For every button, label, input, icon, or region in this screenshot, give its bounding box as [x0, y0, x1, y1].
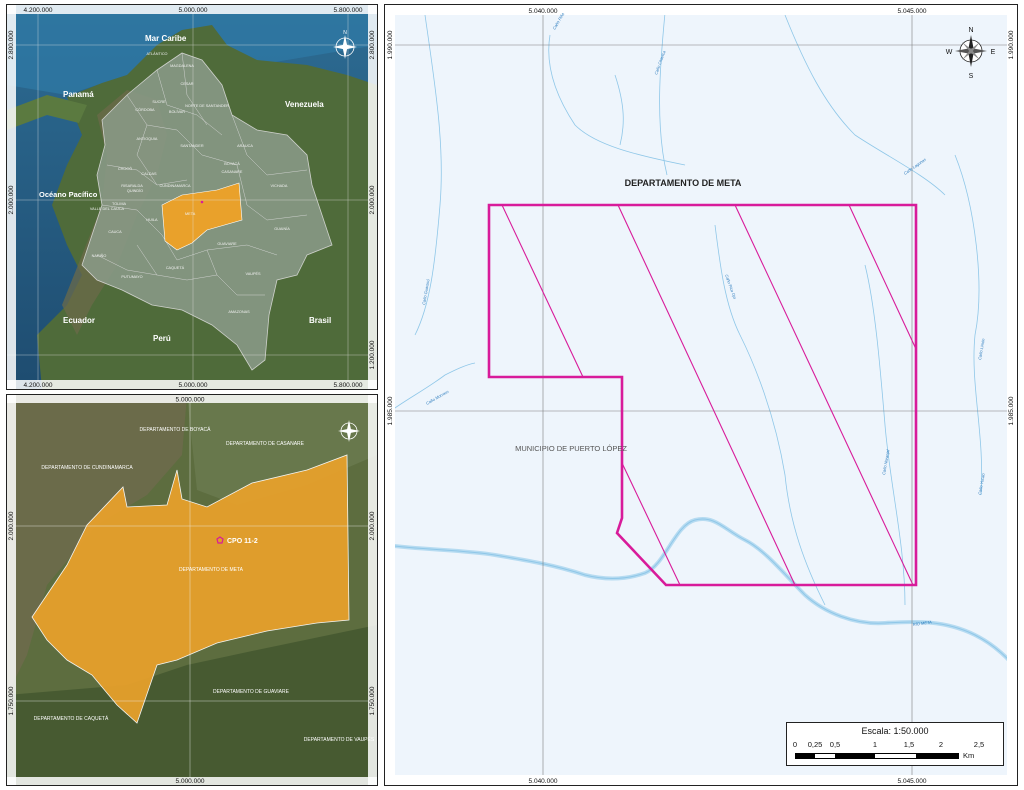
detail-map-panel: 5.040.000 5.045.000 5.040.000 5.045.000 …	[384, 4, 1018, 786]
regional-coord-left-2: 1.750.000	[8, 686, 15, 715]
regional-coord-top: 5.000.000	[176, 397, 205, 404]
coord-top-1: 4.200.000	[24, 7, 53, 14]
department-label: VICHADA	[271, 184, 288, 188]
detail-coord-top-1: 5.040.000	[529, 8, 558, 15]
department-label: TOLIMA	[112, 202, 127, 206]
label-venezuela: Venezuela	[285, 100, 324, 109]
scale-tick-4: 1,5	[903, 740, 915, 749]
department-label: PUTUMAYO	[121, 275, 142, 279]
scale-bar: Escala: 1:50.000 0 0,25 0,5 1 1,5 2 2,5 …	[786, 722, 1004, 766]
scale-tick-2: 0,5	[829, 740, 841, 749]
scale-graphic	[795, 753, 959, 759]
coord-top-2: 5.000.000	[179, 7, 208, 14]
coord-bottom-2: 5.000.000	[179, 382, 208, 389]
department-label: NORTE DE SANTANDER	[185, 104, 229, 108]
north-e: E	[991, 49, 996, 56]
scale-tick-3: 1	[872, 740, 878, 749]
north-arrow-n: N	[343, 30, 347, 36]
overview-map: 4.200.000 5.000.000 5.800.000 4.200.000 …	[7, 5, 377, 389]
coord-top-3: 5.800.000	[334, 7, 363, 14]
label-oceano-pacifico: Océano Pacífico	[39, 190, 98, 199]
label-caqueta: DEPARTAMENTO DE CAQUETÁ	[34, 715, 109, 722]
coord-bottom-1: 4.200.000	[24, 382, 53, 389]
label-meta: META	[185, 212, 196, 216]
department-label: CASANARE	[222, 170, 243, 174]
detail-map: 5.040.000 5.045.000 5.040.000 5.045.000 …	[385, 5, 1017, 785]
regional-coord-bottom: 5.000.000	[176, 778, 205, 785]
label-casanare: DEPARTAMENTO DE CASANARE	[226, 441, 305, 447]
department-label: GUAINÍA	[274, 227, 290, 231]
department-label: ANTIOQUIA	[137, 137, 158, 141]
detail-coord-right-2: 1.985.000	[1008, 396, 1015, 425]
scale-unit: Km	[963, 751, 975, 760]
detail-coord-right-1: 1.990.000	[1008, 30, 1015, 59]
scale-title: Escala: 1:50.000	[861, 726, 929, 736]
department-label: BOLÍVAR	[169, 110, 185, 114]
department-label: CÓRDOBA	[135, 107, 155, 112]
department-label: CALDAS	[141, 172, 157, 176]
label-ecuador: Ecuador	[63, 316, 95, 325]
department-label: NARIÑO	[92, 253, 107, 258]
detail-coord-bottom-2: 5.045.000	[898, 778, 927, 785]
detail-coord-left-1: 1.990.000	[387, 30, 394, 59]
north-w: W	[946, 49, 953, 56]
label-boyaca: DEPARTAMENTO DE BOYACÁ	[140, 426, 212, 433]
department-label: CAUCA	[108, 230, 122, 234]
department-label: CESAR	[180, 82, 193, 86]
regional-map: 5.000.000 5.000.000 2.000.000 1.750.000 …	[7, 395, 377, 785]
detail-coord-left-2: 1.985.000	[387, 396, 394, 425]
detail-background	[385, 5, 1017, 785]
department-label: VALLE DEL CAUCA	[90, 207, 125, 211]
department-label: AMAZONAS	[228, 310, 250, 314]
label-block: CPO 11-2	[227, 538, 258, 545]
detail-coord-top-2: 5.045.000	[898, 8, 927, 15]
detail-coord-bottom-1: 5.040.000	[529, 778, 558, 785]
department-label: MAGDALENA	[170, 64, 194, 68]
coord-bottom-3: 5.800.000	[334, 382, 363, 389]
north-s: S	[969, 73, 974, 80]
coord-right-1: 2.800.000	[369, 30, 376, 59]
detail-department-label: DEPARTAMENTO DE META	[625, 178, 742, 188]
coord-right-2: 2.000.000	[369, 185, 376, 214]
department-label: CUNDINAMARCA	[159, 184, 190, 188]
department-label: ATLÁNTICO	[146, 52, 167, 56]
coord-right-3: 1.200.000	[369, 340, 376, 369]
scale-tick-5: 2	[938, 740, 944, 749]
department-label: QUINDÍO	[127, 189, 143, 193]
label-mar-caribe: Mar Caribe	[145, 34, 187, 43]
department-label: SANTANDER	[180, 144, 203, 148]
regional-coord-right-2: 1.750.000	[369, 686, 376, 715]
north-n: N	[968, 27, 973, 34]
department-label: CHOCÓ	[118, 166, 132, 171]
scale-tick-6: 2,5	[973, 740, 985, 749]
label-cundinamarca: DEPARTAMENTO DE CUNDINAMARCA	[41, 465, 133, 471]
coord-left-1: 2.800.000	[8, 30, 15, 59]
department-label: BOYACÁ	[224, 162, 240, 166]
label-panama: Panamá	[63, 90, 94, 99]
scale-tick-1: 0,25	[807, 740, 823, 749]
block-location-dot	[200, 200, 204, 204]
label-peru: Perú	[153, 334, 171, 343]
department-label: SUCRE	[152, 100, 166, 104]
regional-map-panel: 5.000.000 5.000.000 2.000.000 1.750.000 …	[6, 394, 378, 786]
regional-coord-right-1: 2.000.000	[369, 511, 376, 540]
label-meta-dept: DEPARTAMENTO DE META	[179, 567, 244, 573]
overview-map-panel: 4.200.000 5.000.000 5.800.000 4.200.000 …	[6, 4, 378, 390]
label-vaupes: DEPARTAMENTO DE VAUPÉS	[304, 736, 375, 743]
department-label: CAQUETÁ	[166, 266, 185, 270]
department-label: GUAVIARE	[217, 242, 237, 246]
department-label: HUILA	[146, 218, 158, 222]
department-label: VAUPÉS	[245, 271, 261, 276]
detail-municipality-label: MUNICIPIO DE PUERTO LÓPEZ	[515, 444, 627, 453]
label-guaviare: DEPARTAMENTO DE GUAVIARE	[213, 689, 290, 695]
department-label: ARAUCA	[237, 144, 253, 148]
scale-tick-0: 0	[792, 740, 798, 749]
department-label: RISARALDA	[121, 184, 143, 188]
coord-left-2: 2.000.000	[8, 185, 15, 214]
regional-coord-left-1: 2.000.000	[8, 511, 15, 540]
label-brasil: Brasil	[309, 316, 331, 325]
